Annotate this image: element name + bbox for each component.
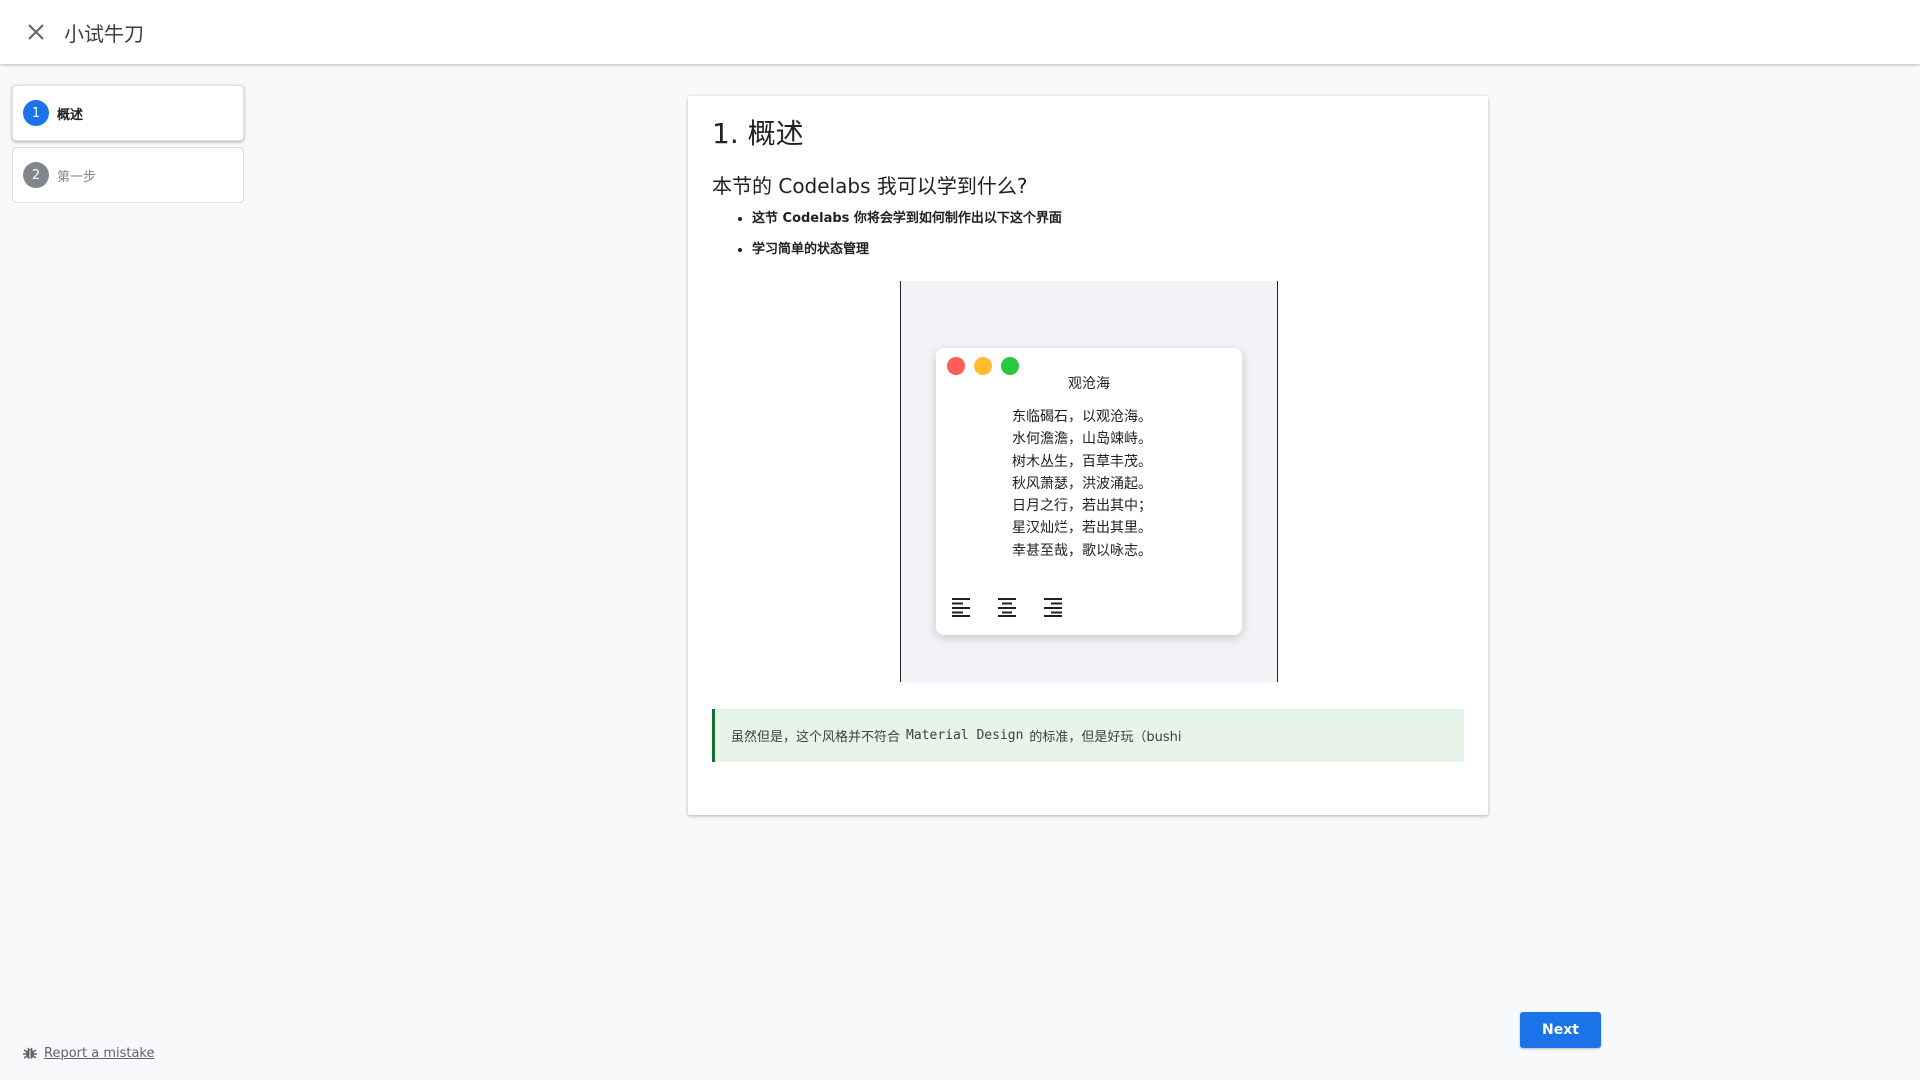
steps-sidebar: 1 概述 2 第一步 xyxy=(12,85,244,209)
step-content-card: 1. 概述 本节的 Codelabs 我可以学到什么? 这节 Codelabs … xyxy=(688,96,1488,815)
close-icon xyxy=(28,24,44,40)
align-right-icon xyxy=(1044,598,1062,617)
poem-body: 东临碣石，以观沧海。 水何澹澹，山岛竦峙。 树木丛生，百草丰茂。 秋风萧瑟，洪波… xyxy=(1012,406,1152,562)
poem-line: 星汉灿烂，若出其里。 xyxy=(1012,520,1152,537)
report-mistake-link[interactable]: Report a mistake xyxy=(22,1045,155,1061)
top-bar: 小试牛刀 xyxy=(0,0,1920,64)
align-center-icon xyxy=(998,598,1016,617)
list-item: 学习简单的状态管理 xyxy=(752,241,1464,258)
poem-line: 东临碣石，以观沧海。 xyxy=(1012,409,1152,425)
step-heading: 1. 概述 xyxy=(712,117,804,150)
callout-text: 的标准，但是好玩（bushi xyxy=(1029,730,1182,745)
align-left-icon xyxy=(952,598,970,617)
poem-window: 观沧海 东临碣石，以观沧海。 水何澹澹，山岛竦峙。 树木丛生，百草丰茂。 秋风萧… xyxy=(936,348,1242,635)
codelab-title: 小试牛刀 xyxy=(64,21,144,46)
poem-line: 树木丛生，百草丰茂。 xyxy=(1012,453,1152,470)
poem-title: 观沧海 xyxy=(1068,376,1110,392)
bug-icon xyxy=(23,1047,37,1059)
step-label: 概述 xyxy=(57,107,84,123)
align-toolbar xyxy=(950,596,1088,618)
step-item-overview[interactable]: 1 概述 xyxy=(12,85,244,141)
poem-line: 幸甚至哉，歌以咏志。 xyxy=(1012,542,1152,559)
step-number: 2 xyxy=(23,162,49,188)
bullet-list: 这节 Codelabs 你将会学到如何制作出以下这个界面 学习简单的状态管理 xyxy=(712,210,1464,258)
step-label: 第一步 xyxy=(57,169,97,185)
poem-line: 水何澹澹，山岛竦峙。 xyxy=(1012,431,1152,448)
callout-text: 虽然但是，这个风格并不符合 xyxy=(731,730,901,745)
demo-screenshot: 观沧海 东临碣石，以观沧海。 水何澹澹，山岛竦峙。 树木丛生，百草丰茂。 秋风萧… xyxy=(900,281,1278,682)
section-subheading: 本节的 Codelabs 我可以学到什么? xyxy=(712,174,1028,198)
poem-line: 秋风萧瑟，洪波涌起。 xyxy=(1012,475,1152,492)
next-button[interactable]: Next xyxy=(1520,1012,1601,1048)
list-item: 这节 Codelabs 你将会学到如何制作出以下这个界面 xyxy=(752,210,1464,227)
callout-code: Material Design xyxy=(906,728,1024,743)
step-item-first-step[interactable]: 2 第一步 xyxy=(12,147,244,203)
note-callout: 虽然但是，这个风格并不符合 Material Design 的标准，但是好玩（b… xyxy=(712,709,1464,762)
step-number: 1 xyxy=(23,100,49,126)
close-button[interactable] xyxy=(16,12,56,52)
report-mistake-label: Report a mistake xyxy=(44,1045,155,1061)
poem-line: 日月之行，若出其中； xyxy=(1012,498,1152,515)
